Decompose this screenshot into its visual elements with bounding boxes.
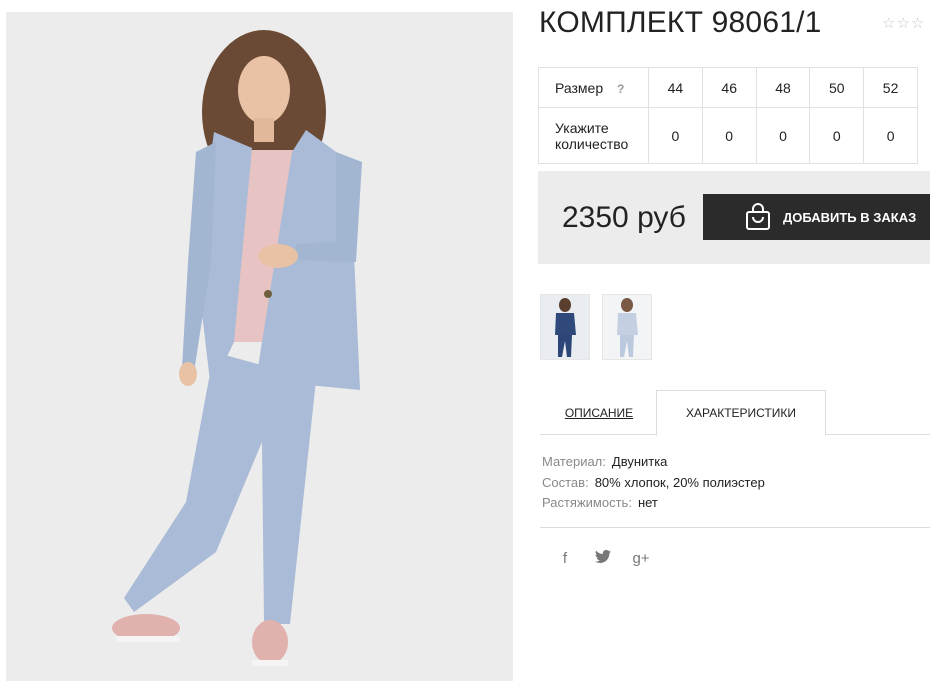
quantity-input[interactable]: 0 xyxy=(809,107,865,164)
google-plus-icon[interactable]: g+ xyxy=(632,550,650,567)
twitter-icon[interactable] xyxy=(594,549,612,567)
price-panel: 2350 руб ДОБАВИТЬ В ЗАКАЗ xyxy=(538,171,930,264)
size-value: 48 xyxy=(755,67,811,108)
size-help-icon[interactable]: ? xyxy=(617,82,624,96)
spec-value: Двунитка xyxy=(611,454,668,469)
thumbnail-lightblue[interactable] xyxy=(602,294,652,360)
quantity-label: Укажите количество xyxy=(538,107,649,164)
shopping-bag-icon xyxy=(744,203,772,234)
quantity-input[interactable]: 0 xyxy=(648,107,703,164)
size-label: Размер xyxy=(555,79,604,96)
tab-description[interactable]: ОПИСАНИЕ xyxy=(540,390,658,435)
size-label-cell: Размер ? xyxy=(538,67,649,108)
quantity-input[interactable]: 0 xyxy=(755,107,811,164)
spec-key: Материал: xyxy=(542,454,606,469)
size-value: 50 xyxy=(809,67,865,108)
size-value: 46 xyxy=(701,67,757,108)
product-tabs: ОПИСАНИЕ ХАРАКТЕРИСТИКИ xyxy=(540,390,930,436)
add-to-order-label: ДОБАВИТЬ В ЗАКАЗ xyxy=(783,209,917,225)
rating-stars[interactable]: ☆☆☆ xyxy=(882,14,925,32)
facebook-icon[interactable]: f xyxy=(556,550,574,567)
spec-row: Состав: 80% хлопок, 20% полиэстер xyxy=(542,473,765,494)
quantity-input[interactable]: 0 xyxy=(863,107,918,164)
thumbnail-navy[interactable] xyxy=(540,294,590,360)
quantity-row: Укажите количество 0 0 0 0 0 xyxy=(538,107,918,164)
spec-value: нет xyxy=(637,495,658,510)
social-share: f g+ xyxy=(556,549,650,567)
price: 2350 руб xyxy=(562,201,686,234)
specifications: Материал: Двунитка Состав: 80% хлопок, 20%… xyxy=(542,452,765,514)
spec-row: Материал: Двунитка xyxy=(542,452,765,473)
product-main-image[interactable] xyxy=(6,12,513,681)
spec-key: Состав: xyxy=(542,474,589,490)
divider xyxy=(540,527,930,528)
spec-key: Растяжимость: xyxy=(542,495,632,510)
spec-row: Растяжимость: нет xyxy=(542,493,765,514)
product-title: КОМПЛЕКТ 98061/1 xyxy=(539,6,822,39)
add-to-order-button[interactable]: ДОБАВИТЬ В ЗАКАЗ xyxy=(703,194,930,240)
size-row: Размер ? 44 46 48 50 52 xyxy=(538,67,918,108)
size-value: 52 xyxy=(863,67,918,108)
size-value: 44 xyxy=(648,67,703,108)
model-illustration xyxy=(6,12,513,681)
spec-value: 80% хлопок, 20% полиэстер xyxy=(594,474,765,490)
size-quantity-table: Размер ? 44 46 48 50 52 Укажите количест… xyxy=(538,67,918,164)
tab-characteristics[interactable]: ХАРАКТЕРИСТИКИ xyxy=(656,390,826,436)
quantity-input[interactable]: 0 xyxy=(701,107,757,164)
